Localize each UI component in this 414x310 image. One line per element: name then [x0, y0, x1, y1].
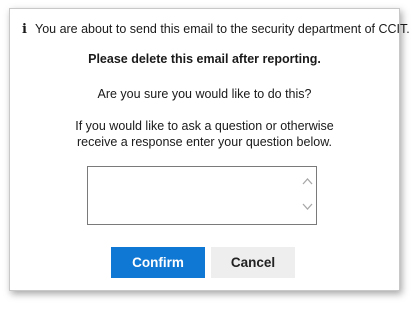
- chevron-up-icon[interactable]: [302, 176, 313, 187]
- response-field-container: [87, 166, 317, 225]
- delete-notice: Please delete this email after reporting…: [88, 52, 321, 66]
- instructions-line-1: If you would like to ask a question or o…: [75, 119, 334, 133]
- chevron-down-icon[interactable]: [302, 201, 313, 212]
- confirm-button[interactable]: Confirm: [111, 247, 205, 278]
- info-icon: i: [22, 22, 27, 37]
- report-dialog: i You are about to send this email to the…: [9, 8, 410, 291]
- info-text: You are about to send this email to the …: [35, 22, 410, 36]
- response-textarea[interactable]: [88, 167, 298, 224]
- response-scrollbar[interactable]: [299, 167, 316, 224]
- instructions-line-2: receive a response enter your question b…: [76, 135, 333, 149]
- response-instructions: If you would like to ask a question or o…: [10, 118, 399, 150]
- confirm-question: Are you sure you would like to do this?: [97, 87, 312, 101]
- cancel-button[interactable]: Cancel: [211, 247, 295, 278]
- info-row: i You are about to send this email to the…: [22, 21, 410, 38]
